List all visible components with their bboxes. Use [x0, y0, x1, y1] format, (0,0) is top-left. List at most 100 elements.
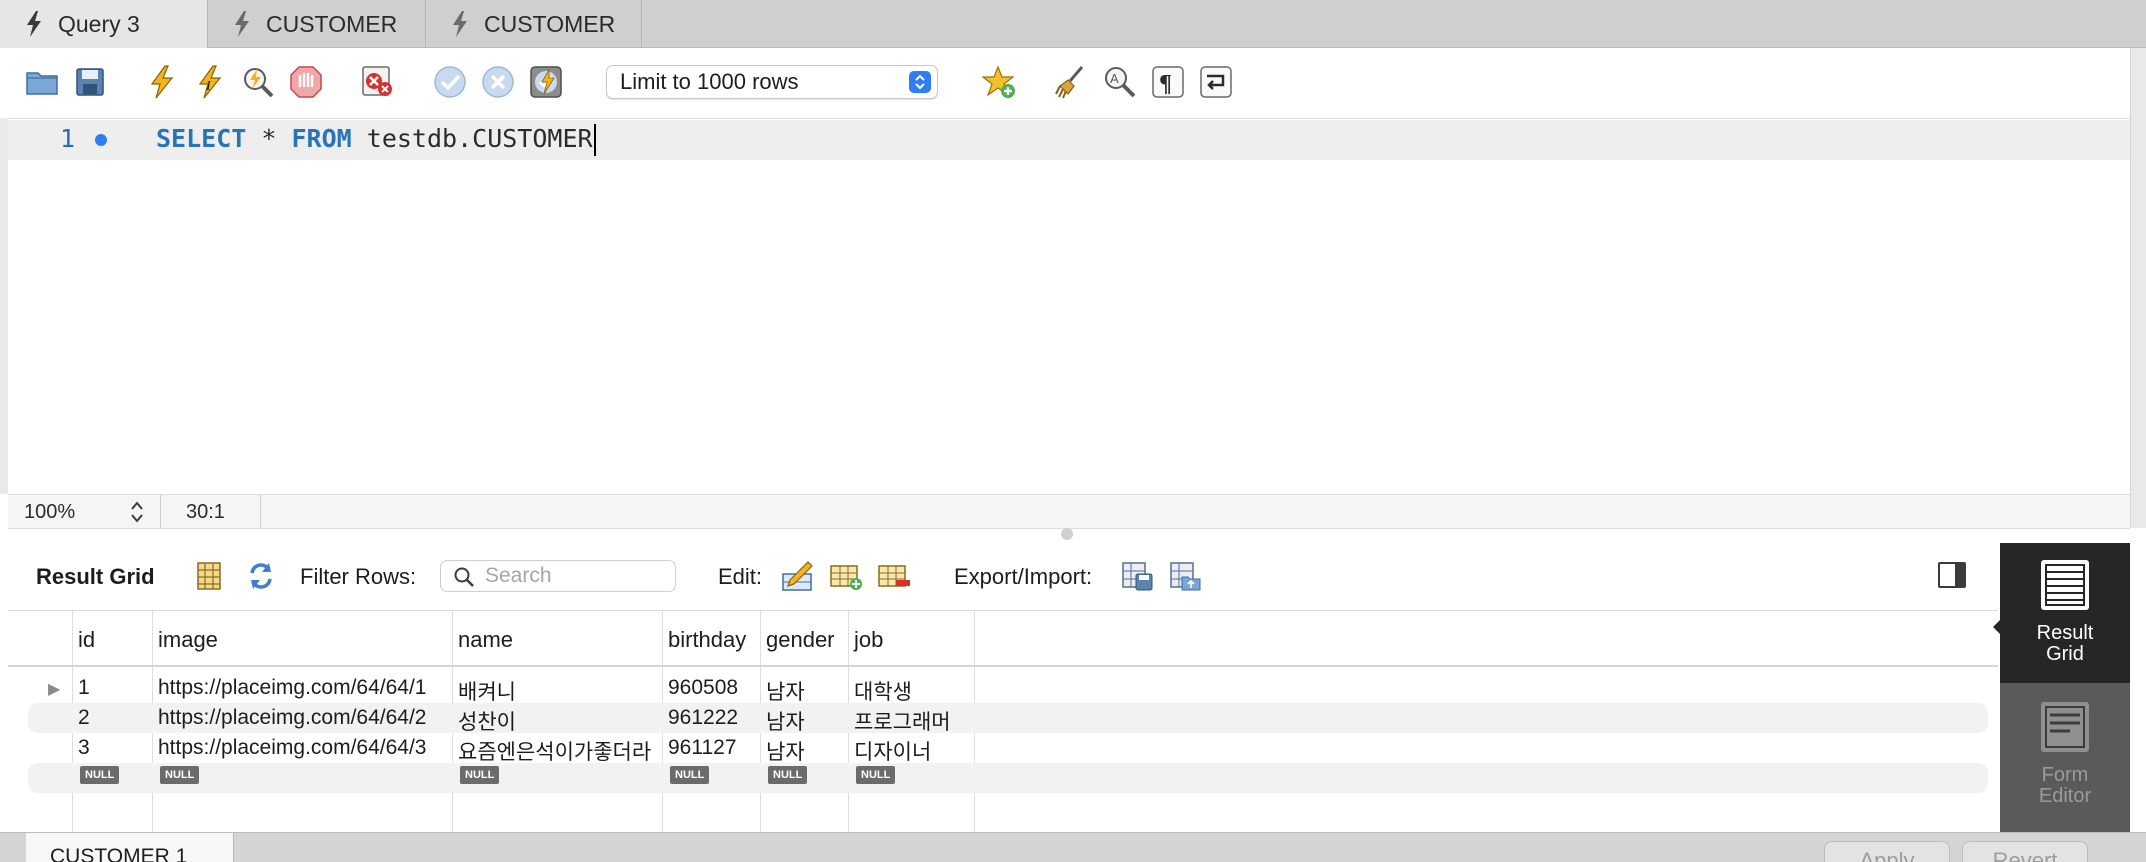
result-grid[interactable]: id image name birthday gender job ▶ 1 ht…: [8, 610, 1998, 834]
tab-customer-1[interactable]: CUSTOMER: [208, 0, 426, 48]
line-number: 1: [60, 124, 76, 153]
sql-editor[interactable]: [8, 118, 2130, 494]
tab-query-3[interactable]: Query 3: [0, 0, 208, 48]
edit-label: Edit:: [718, 564, 763, 589]
rollback-icon[interactable]: [480, 64, 516, 100]
result-tabs-bar: CUSTOMER 1 Apply Revert: [0, 832, 2146, 862]
new-row[interactable]: NULL NULL NULL NULL NULL NULL: [28, 763, 1988, 793]
beautify-icon[interactable]: [1054, 64, 1090, 100]
result-grid-label-line1: Result: [2036, 622, 2094, 644]
column-header-id[interactable]: id: [78, 627, 95, 653]
cell-birthday[interactable]: 960508: [668, 676, 738, 700]
explain-icon[interactable]: [240, 64, 276, 100]
sql-statement[interactable]: SELECT * FROM testdb.CUSTOMER: [156, 124, 596, 156]
sql-editor-toolbar: I A ¶: [0, 48, 2130, 118]
null-badge[interactable]: NULL: [856, 766, 896, 784]
cell-gender[interactable]: 남자: [766, 676, 805, 706]
cell-id[interactable]: 3: [78, 736, 90, 760]
delete-row-icon[interactable]: [876, 560, 912, 592]
form-editor-view-button[interactable]: Form Editor: [2000, 685, 2130, 825]
find-icon[interactable]: A: [1102, 64, 1138, 100]
add-snippet-icon[interactable]: [982, 64, 1018, 100]
cell-birthday[interactable]: 961127: [668, 736, 737, 760]
revert-button[interactable]: Revert: [1962, 841, 2088, 862]
result-grid-label-line2: Grid: [2046, 643, 2084, 665]
limit-rows-select[interactable]: Limit to 1000 rows: [606, 65, 938, 99]
add-row-icon[interactable]: [828, 560, 864, 592]
commit-icon[interactable]: [432, 64, 468, 100]
grid-header: id image name birthday gender job: [8, 611, 1998, 667]
stop-icon[interactable]: [288, 64, 324, 100]
chevron-updown-icon: [909, 71, 931, 93]
null-badge[interactable]: NULL: [460, 766, 500, 784]
column-selector-icon[interactable]: [194, 560, 224, 592]
cell-image[interactable]: https://placeimg.com/64/64/3: [158, 736, 426, 760]
cell-id[interactable]: 1: [78, 676, 90, 700]
apply-button[interactable]: Apply: [1824, 841, 1950, 862]
column-header-name[interactable]: name: [458, 627, 513, 653]
tab-label: CUSTOMER: [266, 10, 398, 37]
save-icon[interactable]: [72, 64, 108, 100]
result-grid-view-button[interactable]: Result Grid: [2000, 543, 2130, 683]
cell-name[interactable]: 성찬이: [458, 706, 516, 736]
table-row[interactable]: ▶ 1 https://placeimg.com/64/64/1 배켜니 960…: [28, 673, 1988, 706]
cell-job[interactable]: 대학생: [854, 676, 912, 706]
import-icon[interactable]: [1168, 560, 1204, 592]
current-row-indicator-icon: ▶: [48, 681, 61, 698]
autocommit-icon[interactable]: [528, 64, 564, 100]
cell-name[interactable]: 배켜니: [458, 676, 516, 706]
column-header-job[interactable]: job: [854, 627, 883, 653]
execute-current-icon[interactable]: I: [192, 64, 228, 100]
export-icon[interactable]: [1120, 560, 1156, 592]
tab-customer-2[interactable]: CUSTOMER: [426, 0, 642, 48]
status-divider: [260, 495, 261, 528]
zoom-level[interactable]: 100%: [24, 501, 75, 524]
table-row[interactable]: 3 https://placeimg.com/64/64/3 요즘엔은석이가좋더…: [28, 733, 1988, 766]
null-badge[interactable]: NULL: [670, 766, 710, 784]
toggle-error-icon[interactable]: [360, 64, 396, 100]
execute-icon[interactable]: [144, 64, 180, 100]
cursor-position: 30:1: [186, 501, 225, 523]
workbench-window: Query 3 CUSTOMER CUSTOMER I A ¶ Limit to…: [0, 0, 2146, 862]
null-badge[interactable]: NULL: [80, 766, 120, 784]
splitter-handle[interactable]: [1061, 528, 1073, 540]
keyword-select: SELECT: [156, 124, 247, 153]
cell-id[interactable]: 2: [78, 706, 90, 730]
null-badge[interactable]: NULL: [768, 766, 808, 784]
tab-label: Query 3: [58, 10, 140, 37]
export-import-label: Export/Import:: [954, 564, 1093, 589]
table-row[interactable]: 2 https://placeimg.com/64/64/2 성찬이 96122…: [28, 703, 1988, 736]
wrap-lines-icon[interactable]: [1198, 64, 1234, 100]
table-identifier: testdb.CUSTOMER: [366, 124, 593, 153]
star-operator: *: [261, 124, 277, 153]
svg-text:A: A: [1110, 71, 1119, 86]
invisible-chars-icon[interactable]: ¶: [1150, 64, 1186, 100]
column-header-image[interactable]: image: [158, 627, 218, 653]
lightning-icon: [235, 11, 249, 37]
null-badge[interactable]: NULL: [160, 766, 200, 784]
cell-gender[interactable]: 남자: [766, 736, 805, 766]
tab-label: CUSTOMER: [484, 10, 616, 37]
editor-status-bar: 100% 30:1: [8, 494, 2130, 529]
result-grid-icon: [2041, 560, 2089, 610]
result-view-switcher: Result Grid Form Editor: [2000, 543, 2130, 833]
open-file-icon[interactable]: [24, 64, 60, 100]
cell-job[interactable]: 프로그래머: [854, 706, 951, 736]
toggle-side-panel-button[interactable]: [1938, 562, 1966, 588]
cell-name[interactable]: 요즘엔은석이가좋더라: [458, 736, 651, 766]
cell-birthday[interactable]: 961222: [668, 706, 738, 730]
search-icon: [454, 567, 474, 587]
cell-job[interactable]: 디자이너: [854, 736, 931, 766]
right-scroll-rail: [2130, 48, 2146, 528]
column-header-birthday[interactable]: birthday: [668, 627, 746, 653]
chevron-updown-icon[interactable]: [128, 499, 146, 525]
cell-gender[interactable]: 남자: [766, 706, 805, 736]
statement-marker: [95, 134, 107, 146]
column-header-gender[interactable]: gender: [766, 627, 835, 653]
cell-image[interactable]: https://placeimg.com/64/64/2: [158, 706, 426, 730]
result-tab-customer-1[interactable]: CUSTOMER 1: [26, 833, 234, 862]
refresh-icon[interactable]: [244, 560, 278, 592]
cell-image[interactable]: https://placeimg.com/64/64/1: [158, 676, 426, 700]
filter-rows-search[interactable]: Search: [440, 560, 676, 592]
edit-row-icon[interactable]: [780, 560, 816, 592]
